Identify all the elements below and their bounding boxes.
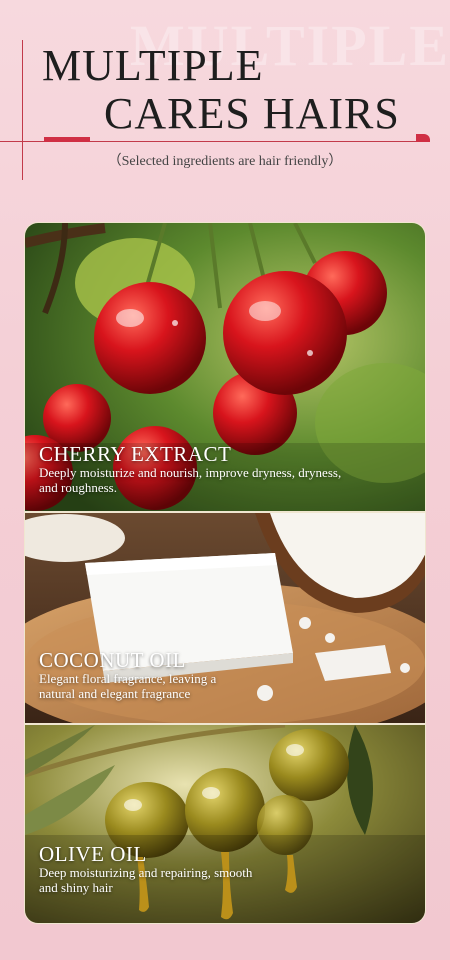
ingredient-card-cherry: CHERRY EXTRACT Deeply moisturize and nou… xyxy=(24,222,426,512)
ingredient-text: COCONUT OIL Elegant floral fragrance, le… xyxy=(39,649,249,701)
ingredient-title: CHERRY EXTRACT xyxy=(39,442,232,466)
ingredient-cards: CHERRY EXTRACT Deeply moisturize and nou… xyxy=(24,222,426,924)
accent-bar-right xyxy=(416,134,430,142)
title-line-2: CARES HAIRS xyxy=(104,89,400,138)
ingredient-title: OLIVE OIL xyxy=(39,842,147,866)
accent-bar-left xyxy=(44,137,90,142)
header: MULTIPLE MULTIPLE CARES HAIRS （Selected … xyxy=(0,0,450,200)
ingredient-description: Elegant floral fragrance, leaving a natu… xyxy=(39,671,217,701)
subtitle: （Selected ingredients are hair friendly） xyxy=(107,154,343,169)
ingredient-description: Deeply moisturize and nourish, improve d… xyxy=(39,465,342,495)
ingredient-text: OLIVE OIL Deep moisturizing and repairin… xyxy=(39,843,269,895)
ingredient-card-coconut: COCONUT OIL Elegant floral fragrance, le… xyxy=(24,512,426,724)
ingredient-title: COCONUT OIL xyxy=(39,648,186,672)
title-line-1: MULTIPLE xyxy=(42,41,264,90)
ingredient-text: CHERRY EXTRACT Deeply moisturize and nou… xyxy=(39,443,349,495)
ingredient-card-olive: OLIVE OIL Deep moisturizing and repairin… xyxy=(24,724,426,924)
ingredient-description: Deep moisturizing and repairing, smooth … xyxy=(39,865,253,895)
